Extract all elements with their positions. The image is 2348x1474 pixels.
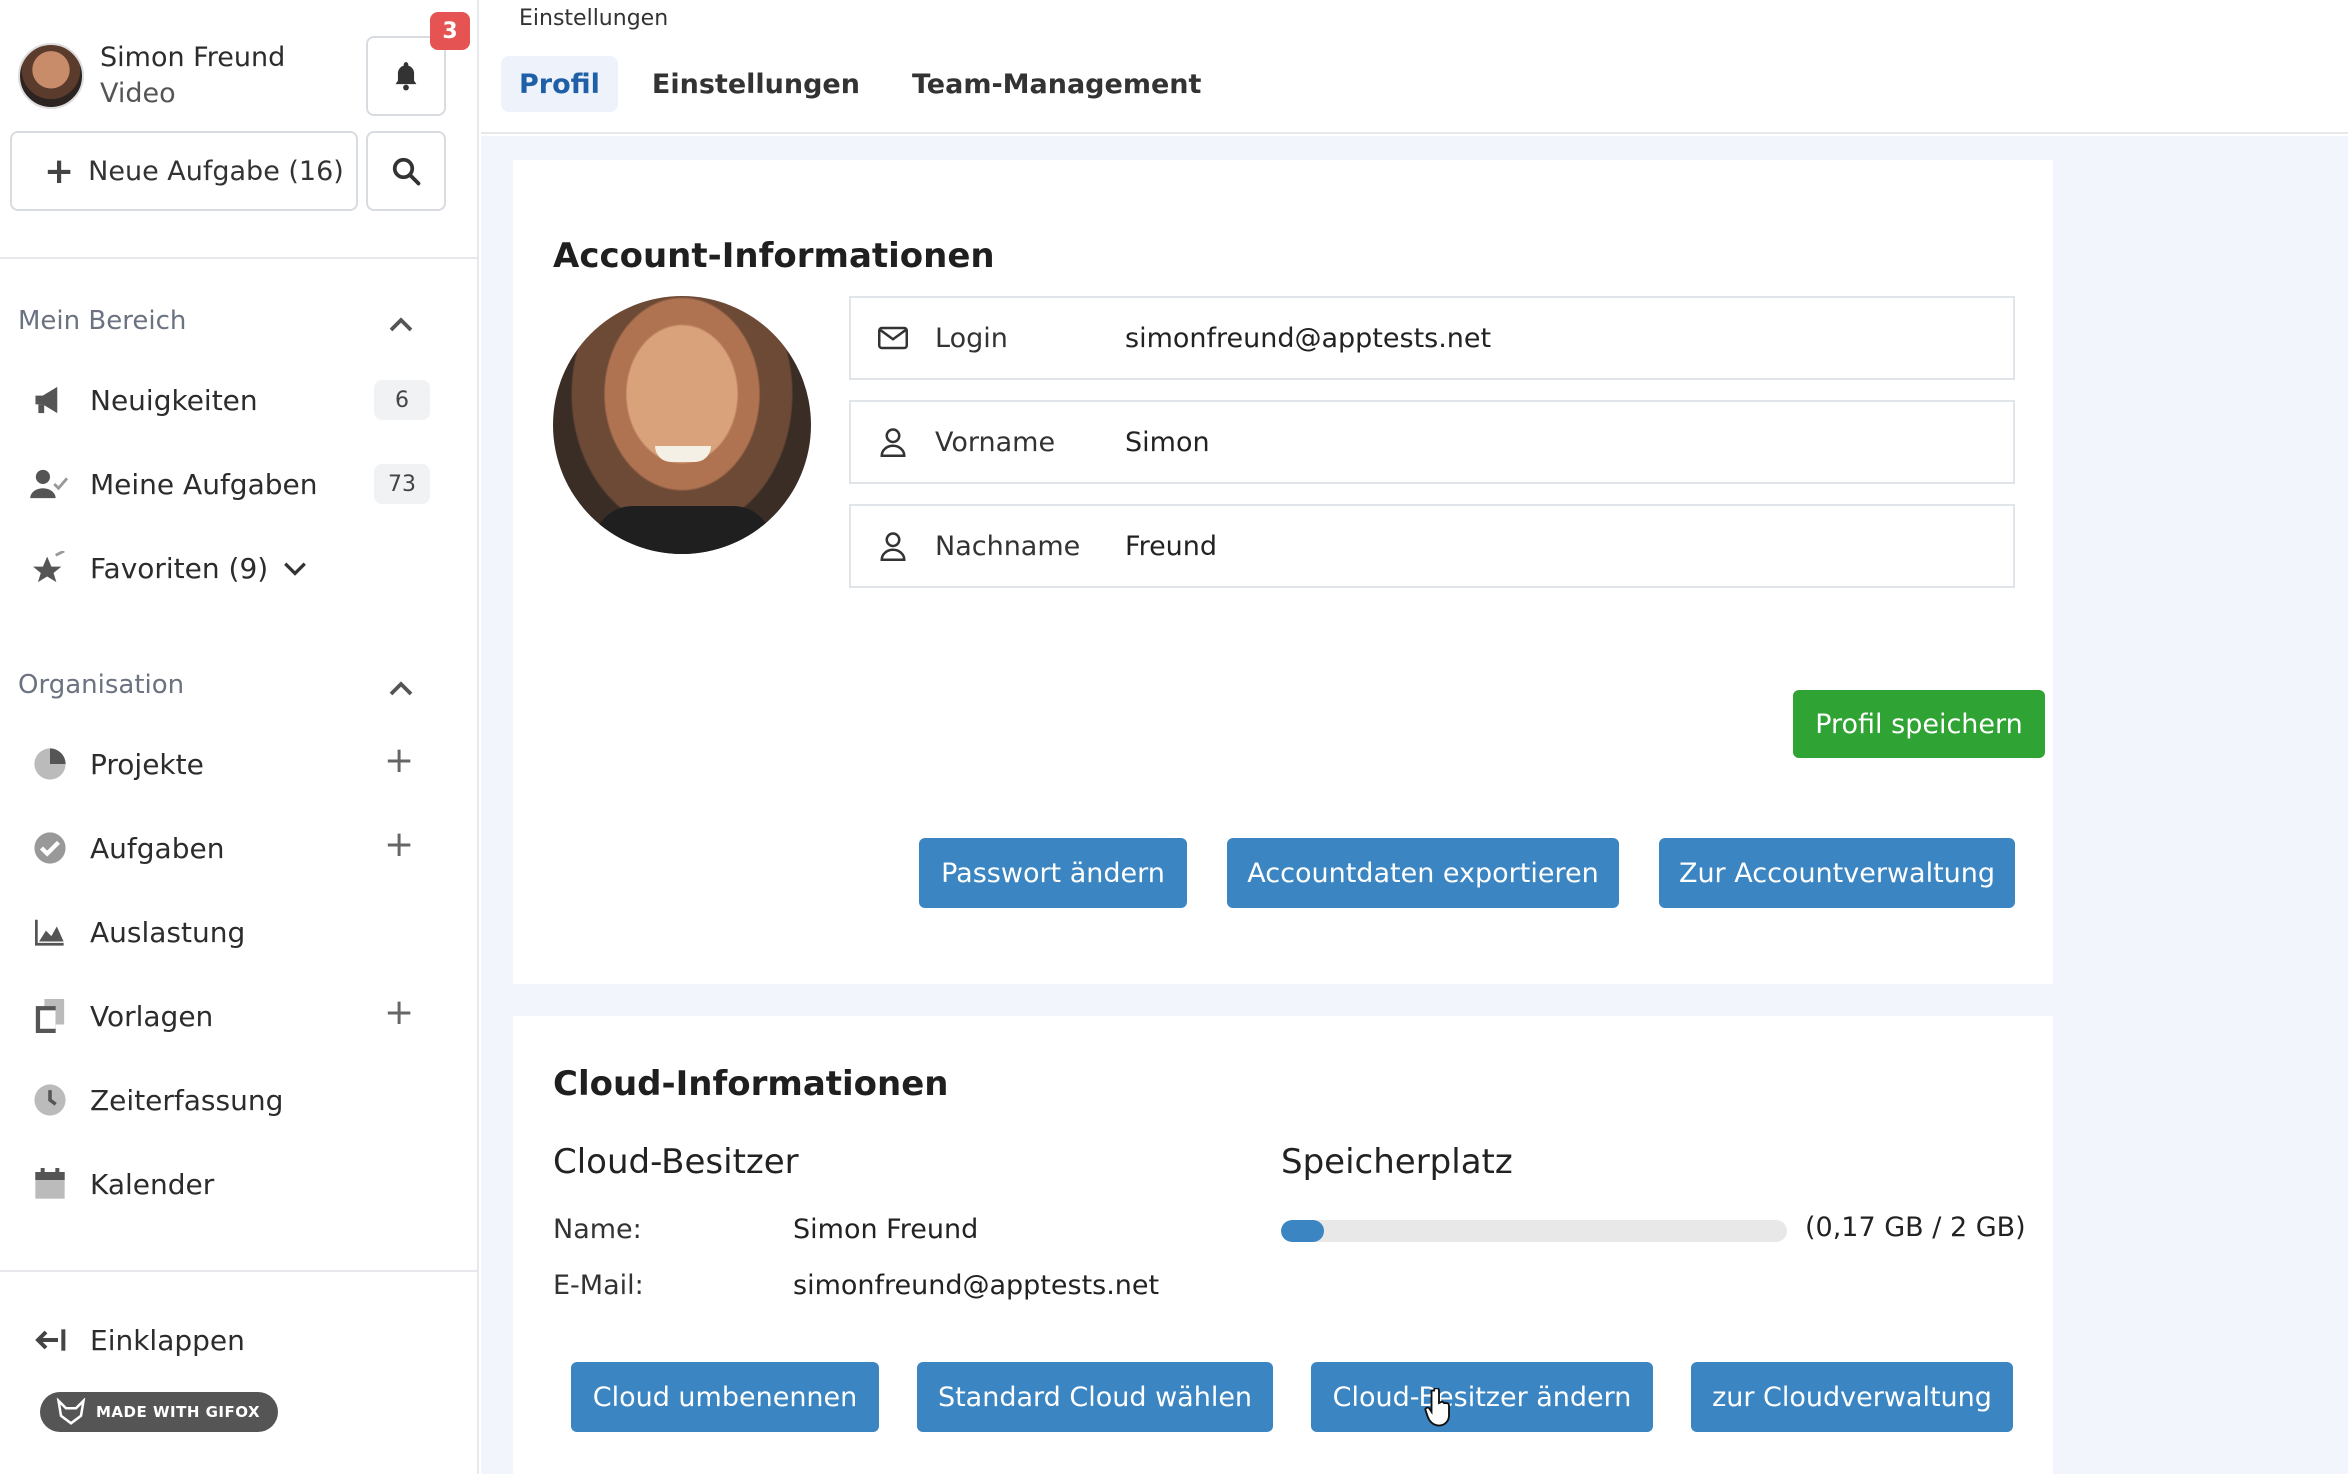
sidebar-item-label: Favoriten (9) [90, 551, 269, 585]
sidebar-item-label: Neuigkeiten [90, 383, 258, 417]
bell-icon [395, 62, 417, 91]
sidebar-item-kalender[interactable]: Kalender [30, 1160, 214, 1208]
copy-icon [30, 996, 70, 1036]
cloud-owner-title: Cloud-Besitzer [553, 1142, 799, 1182]
sidebar-item-label: Projekte [90, 747, 204, 781]
owner-name-value: Simon Freund [793, 1214, 979, 1245]
notification-badge: 3 [430, 12, 470, 50]
save-profile-button[interactable]: Profil speichern [1793, 690, 2045, 758]
change-cloud-owner-button[interactable]: Cloud-Besitzer ändern [1311, 1362, 1653, 1432]
main-content: Account-Informationen Login simonfreund@… [481, 136, 2348, 1474]
login-field[interactable]: Login simonfreund@apptests.net [849, 296, 2015, 380]
sidebar-item-projekte[interactable]: Projekte [30, 740, 204, 788]
section-title-organisation: Organisation [18, 670, 185, 700]
add-task-button[interactable]: + [384, 824, 414, 865]
section-title-my-area: Mein Bereich [18, 306, 187, 336]
envelope-icon [851, 326, 935, 350]
breadcrumb: Einstellungen [519, 6, 669, 31]
field-label: Vorname [935, 426, 1056, 458]
user-icon [851, 427, 935, 457]
storage-title: Speicherplatz [1281, 1142, 1513, 1182]
sidebar-item-meine-aufgaben[interactable]: Meine Aufgaben [30, 460, 317, 508]
count-badge: 73 [374, 464, 430, 504]
tab-einstellungen[interactable]: Einstellungen [634, 56, 878, 112]
calendar-icon [30, 1164, 70, 1204]
storage-usage-text: (0,17 GB / 2 GB) [1805, 1212, 2026, 1243]
cloud-management-button[interactable]: zur Cloudverwaltung [1691, 1362, 2013, 1432]
area-chart-icon [30, 912, 70, 952]
fox-icon [56, 1398, 86, 1425]
sidebar-item-vorlagen[interactable]: Vorlagen [30, 992, 213, 1040]
plus-icon: + [44, 150, 75, 192]
owner-name-label: Name: [553, 1214, 642, 1245]
default-cloud-button[interactable]: Standard Cloud wählen [917, 1362, 1273, 1432]
storage-progress-fill [1281, 1220, 1324, 1242]
search-icon [392, 157, 421, 186]
sidebar-item-label: Zeiterfassung [90, 1083, 284, 1117]
gifox-watermark: MADE WITH GIFOX [40, 1392, 279, 1432]
sidebar-item-label: Vorlagen [90, 999, 214, 1033]
tab-profil[interactable]: Profil [501, 56, 618, 112]
field-label: Nachname [935, 530, 1081, 562]
sidebar-item-zeiterfassung[interactable]: Zeiterfassung [30, 1076, 283, 1124]
top-header: Einstellungen Profil Einstellungen Team-… [481, 0, 2348, 134]
sidebar-divider [0, 257, 477, 259]
arrow-left-icon [30, 1320, 70, 1360]
sidebar-item-auslastung[interactable]: Auslastung [30, 908, 245, 956]
field-value: simonfreund@apptests.net [1125, 322, 1492, 354]
pie-chart-icon [30, 744, 70, 784]
profile-photo[interactable] [553, 296, 811, 554]
clock-icon [30, 1080, 70, 1120]
chevron-down-icon[interactable] [282, 555, 308, 581]
new-task-label: Neue Aufgabe (16) [88, 155, 344, 187]
storage-progress-bar [1281, 1220, 1787, 1242]
field-value: Simon [1125, 426, 1210, 458]
sidebar-item-label: Kalender [90, 1167, 215, 1201]
account-title: Account-Informationen [553, 236, 995, 276]
change-password-button[interactable]: Passwort ändern [919, 838, 1187, 908]
sidebar-divider [0, 1270, 477, 1272]
lastname-field[interactable]: Nachname Freund [849, 504, 2015, 588]
gifox-label: MADE WITH GIFOX [96, 1403, 261, 1421]
add-template-button[interactable]: + [384, 992, 414, 1033]
cloud-title: Cloud-Informationen [553, 1064, 949, 1104]
sidebar-item-label: Auslastung [90, 915, 246, 949]
sidebar-item-label: Meine Aufgaben [90, 467, 318, 501]
user-icon [851, 531, 935, 561]
sidebar-item-favoriten[interactable]: Favoriten (9) [30, 544, 308, 592]
count-badge: 6 [374, 380, 430, 420]
firstname-field[interactable]: Vorname Simon [849, 400, 2015, 484]
account-management-button[interactable]: Zur Accountverwaltung [1659, 838, 2015, 908]
collapse-label: Einklappen [90, 1323, 245, 1357]
star-icon [30, 548, 70, 588]
user-name: Simon Freund [100, 42, 286, 73]
user-profile[interactable]: Simon Freund Video [18, 40, 285, 112]
sidebar-item-neuigkeiten[interactable]: Neuigkeiten [30, 376, 258, 424]
chevron-up-icon[interactable] [386, 310, 416, 340]
tab-team-management[interactable]: Team-Management [894, 56, 1219, 112]
user-role: Video [100, 78, 176, 109]
add-project-button[interactable]: + [384, 740, 414, 781]
hand-cursor-icon [1424, 1388, 1450, 1427]
account-card: Account-Informationen Login simonfreund@… [513, 160, 2053, 984]
cloud-card: Cloud-Informationen Cloud-Besitzer Speic… [513, 1016, 2053, 1474]
megaphone-icon [30, 380, 70, 420]
sidebar: Simon Freund Video 3 + Neue Aufgabe (16)… [0, 0, 479, 1474]
collapse-sidebar-button[interactable]: Einklappen [30, 1316, 245, 1364]
sidebar-item-aufgaben[interactable]: Aufgaben [30, 824, 224, 872]
rename-cloud-button[interactable]: Cloud umbenennen [571, 1362, 879, 1432]
search-button[interactable] [366, 131, 446, 211]
field-value: Freund [1125, 530, 1218, 562]
check-circle-icon [30, 828, 70, 868]
export-account-button[interactable]: Accountdaten exportieren [1227, 838, 1619, 908]
tab-bar: Profil Einstellungen Team-Management [501, 56, 1235, 112]
user-check-icon [30, 464, 70, 504]
chevron-up-icon[interactable] [386, 674, 416, 704]
owner-email-label: E-Mail: [553, 1270, 644, 1301]
avatar [18, 43, 84, 109]
owner-email-value: simonfreund@apptests.net [793, 1270, 1160, 1301]
field-label: Login [935, 322, 1008, 354]
new-task-button[interactable]: + Neue Aufgabe (16) [10, 131, 358, 211]
sidebar-item-label: Aufgaben [90, 831, 225, 865]
